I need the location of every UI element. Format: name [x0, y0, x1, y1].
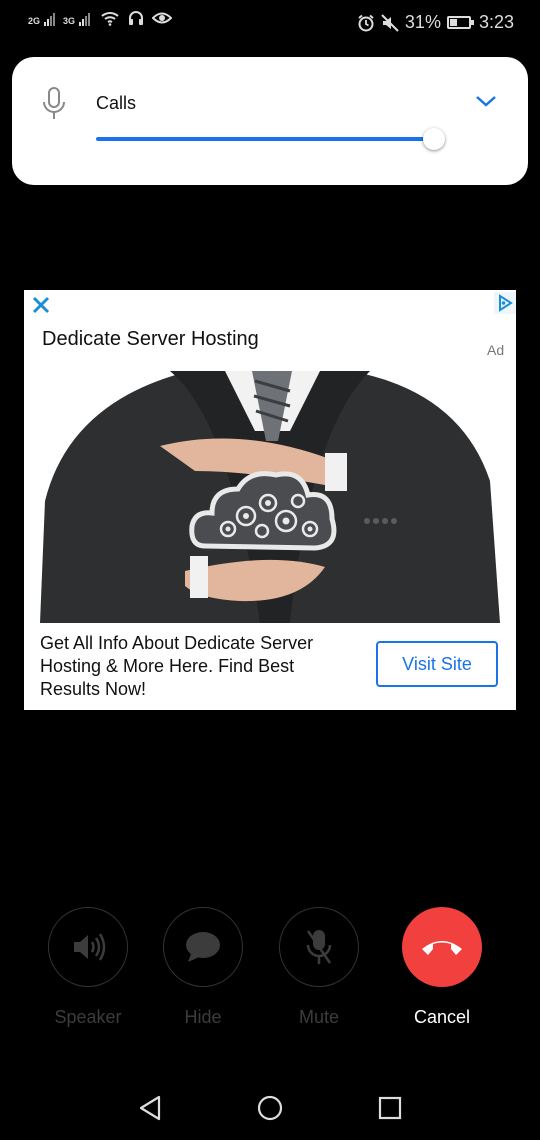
mic-icon [43, 87, 65, 119]
eye-icon [152, 12, 173, 24]
back-icon[interactable] [137, 1094, 163, 1122]
network-type-1: 2G [28, 16, 41, 26]
mic-off-icon [306, 930, 332, 964]
speaker-icon [74, 933, 106, 961]
hang-up-icon [422, 941, 462, 955]
network-type-2: 3G [63, 16, 76, 26]
wifi-icon [101, 12, 119, 26]
speaker-label: Speaker [54, 1007, 122, 1027]
visit-site-button[interactable]: Visit Site [376, 641, 498, 687]
signal-icon [44, 12, 56, 26]
ad-image[interactable] [40, 371, 500, 623]
cancel-label: Cancel [413, 1007, 471, 1027]
ad-badge: Ad [487, 342, 505, 358]
hide-button[interactable] [163, 907, 243, 987]
signal-icon-2 [79, 12, 91, 26]
ad-banner[interactable]: Dedicate Server Hosting Ad Get All Info … [24, 290, 516, 710]
clock: 3:23 [478, 12, 514, 32]
ad-description: Get All Info About Dedicate Server Hosti… [40, 633, 314, 699]
speaker-button[interactable] [48, 907, 128, 987]
volume-slider-thumb[interactable] [423, 128, 445, 150]
adchoices-icon[interactable] [494, 292, 516, 314]
hide-label: Hide [184, 1007, 222, 1027]
battery-icon [446, 16, 474, 29]
end-call-button[interactable] [402, 907, 482, 987]
mute-label: Mute [298, 1007, 340, 1027]
visit-site-label: Visit Site [402, 653, 472, 674]
status-left: 2G 3G [28, 10, 173, 26]
chevron-down-icon[interactable] [474, 93, 498, 109]
ad-title: Dedicate Server Hosting [42, 328, 259, 350]
volume-panel: Calls [12, 57, 528, 185]
status-bar: 2G 3G 31% 3:23 [0, 0, 540, 44]
mute-icon [381, 13, 399, 32]
close-icon[interactable] [30, 294, 52, 316]
volume-slider[interactable] [96, 137, 434, 141]
status-right: 31% 3:23 [357, 12, 514, 33]
headset-icon [129, 11, 144, 25]
home-icon[interactable] [256, 1094, 284, 1122]
volume-stream-label: Calls [96, 93, 137, 113]
battery-percent: 31% [404, 12, 441, 32]
mute-button[interactable] [279, 907, 359, 987]
navigation-bar [0, 1075, 540, 1140]
chat-bubble-icon [186, 932, 220, 962]
alarm-icon [358, 14, 374, 31]
recents-icon[interactable] [377, 1095, 403, 1121]
